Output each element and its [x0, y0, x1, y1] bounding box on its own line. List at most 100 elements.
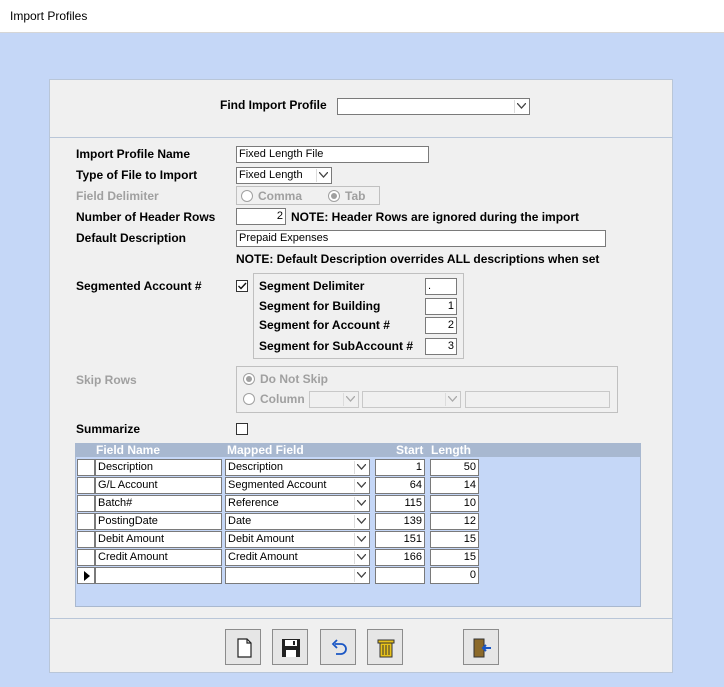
segment-subaccount-label: Segment for SubAccount # [259, 339, 414, 353]
field-name-cell[interactable]: G/L Account [95, 477, 222, 494]
skip-rows-label: Skip Rows [76, 373, 137, 387]
mapped-field-cell[interactable] [225, 567, 370, 584]
field-name-cell[interactable]: Debit Amount [95, 531, 222, 548]
row-selector[interactable] [77, 459, 95, 476]
length-cell[interactable]: 0 [430, 567, 479, 584]
file-type-combo[interactable]: Fixed Length [236, 167, 332, 184]
default-desc-label: Default Description [76, 231, 187, 245]
length-cell[interactable]: 15 [430, 531, 479, 548]
new-button[interactable] [225, 629, 261, 665]
row-selector[interactable] [77, 549, 95, 566]
exit-button[interactable] [463, 629, 499, 665]
field-name-cell[interactable]: Credit Amount [95, 549, 222, 566]
mapped-field-cell[interactable]: Description [225, 459, 370, 476]
mapped-field-cell[interactable]: Debit Amount [225, 531, 370, 548]
mapped-field-cell[interactable]: Date [225, 513, 370, 530]
field-name-cell[interactable]: Description [95, 459, 222, 476]
chevron-down-icon[interactable] [354, 461, 368, 474]
skip-column-label: Column [260, 392, 305, 406]
header-rows-input[interactable]: 2 [236, 208, 286, 225]
mapped-field-value: Reference [228, 497, 279, 509]
start-cell[interactable]: 1 [375, 459, 425, 476]
chevron-down-icon[interactable] [354, 569, 368, 582]
field-name-cell[interactable]: Batch# [95, 495, 222, 512]
segmented-label: Segmented Account # [76, 279, 202, 293]
skip-column-radio[interactable] [243, 393, 255, 405]
delimiter-label: Field Delimiter [76, 189, 159, 203]
mapped-field-value: Segmented Account [228, 479, 327, 491]
save-button[interactable] [272, 629, 308, 665]
delete-button[interactable] [367, 629, 403, 665]
chevron-down-icon[interactable] [354, 515, 368, 528]
segment-account-input[interactable]: 2 [425, 317, 457, 334]
chevron-down-icon[interactable] [514, 100, 528, 113]
exit-door-icon [473, 638, 491, 658]
find-profile-combo[interactable] [337, 98, 530, 115]
mapped-field-value: Date [228, 515, 252, 527]
chevron-down-icon[interactable] [343, 393, 357, 406]
chevron-down-icon[interactable] [445, 393, 459, 406]
start-cell[interactable]: 166 [375, 549, 425, 566]
mapped-field-cell[interactable]: Credit Amount [225, 549, 370, 566]
segmented-checkbox[interactable] [236, 280, 248, 292]
col-length: Length [431, 443, 471, 457]
mapped-field-cell[interactable]: Reference [225, 495, 370, 512]
delete-trash-icon [377, 639, 395, 658]
find-profile-label: Find Import Profile [220, 98, 327, 112]
undo-button[interactable] [320, 629, 356, 665]
length-cell[interactable]: 14 [430, 477, 479, 494]
delimiter-tab-radio[interactable] [328, 190, 340, 202]
length-cell[interactable]: 15 [430, 549, 479, 566]
mapped-field-value: Debit Amount [228, 533, 295, 545]
start-cell[interactable]: 151 [375, 531, 425, 548]
length-cell[interactable]: 50 [430, 459, 479, 476]
default-desc-input[interactable]: Prepaid Expenses [236, 230, 606, 247]
segment-building-label: Segment for Building [259, 299, 381, 313]
file-type-value: Fixed Length [239, 169, 303, 181]
save-icon [282, 639, 300, 657]
row-selector[interactable] [77, 531, 95, 548]
segment-account-label: Segment for Account # [259, 318, 390, 332]
segment-delimiter-input[interactable]: . [425, 278, 457, 295]
start-cell[interactable] [375, 567, 425, 584]
header-rows-note: NOTE: Header Rows are ignored during the… [291, 210, 580, 224]
new-document-icon [237, 638, 252, 658]
row-selector[interactable] [77, 495, 95, 512]
profile-name-input[interactable]: Fixed Length File [236, 146, 429, 163]
chevron-down-icon[interactable] [316, 169, 330, 182]
length-cell[interactable]: 12 [430, 513, 479, 530]
separator [50, 137, 672, 138]
summarize-checkbox[interactable] [236, 423, 248, 435]
skip-value-input[interactable] [465, 391, 610, 408]
length-cell[interactable]: 10 [430, 495, 479, 512]
mapped-field-value: Credit Amount [228, 551, 298, 563]
skip-do-not-radio[interactable] [243, 373, 255, 385]
default-desc-note: NOTE: Default Description overrides ALL … [236, 252, 600, 266]
skip-operator-combo[interactable] [362, 391, 461, 408]
start-cell[interactable]: 139 [375, 513, 425, 530]
current-row-arrow-icon [84, 571, 90, 581]
field-name-cell[interactable]: PostingDate [95, 513, 222, 530]
mapped-field-value: Description [228, 461, 284, 473]
start-cell[interactable]: 64 [375, 477, 425, 494]
summarize-label: Summarize [76, 422, 141, 436]
chevron-down-icon[interactable] [354, 479, 368, 492]
undo-icon [331, 639, 347, 655]
mapped-field-cell[interactable]: Segmented Account [225, 477, 370, 494]
skip-column-combo[interactable] [309, 391, 359, 408]
segment-subaccount-input[interactable]: 3 [425, 338, 457, 355]
col-field-name: Field Name [96, 443, 161, 457]
field-name-cell[interactable] [95, 567, 222, 584]
segment-delimiter-label: Segment Delimiter [259, 279, 365, 293]
chevron-down-icon[interactable] [354, 533, 368, 546]
chevron-down-icon[interactable] [354, 497, 368, 510]
start-cell[interactable]: 115 [375, 495, 425, 512]
chevron-down-icon[interactable] [354, 551, 368, 564]
row-selector[interactable] [77, 513, 95, 530]
row-selector[interactable] [77, 477, 95, 494]
delimiter-comma-radio[interactable] [241, 190, 253, 202]
row-selector[interactable] [77, 567, 95, 584]
delimiter-tab-label: Tab [345, 189, 366, 203]
segment-building-input[interactable]: 1 [425, 298, 457, 315]
title-bar: Import Profiles [0, 0, 724, 33]
